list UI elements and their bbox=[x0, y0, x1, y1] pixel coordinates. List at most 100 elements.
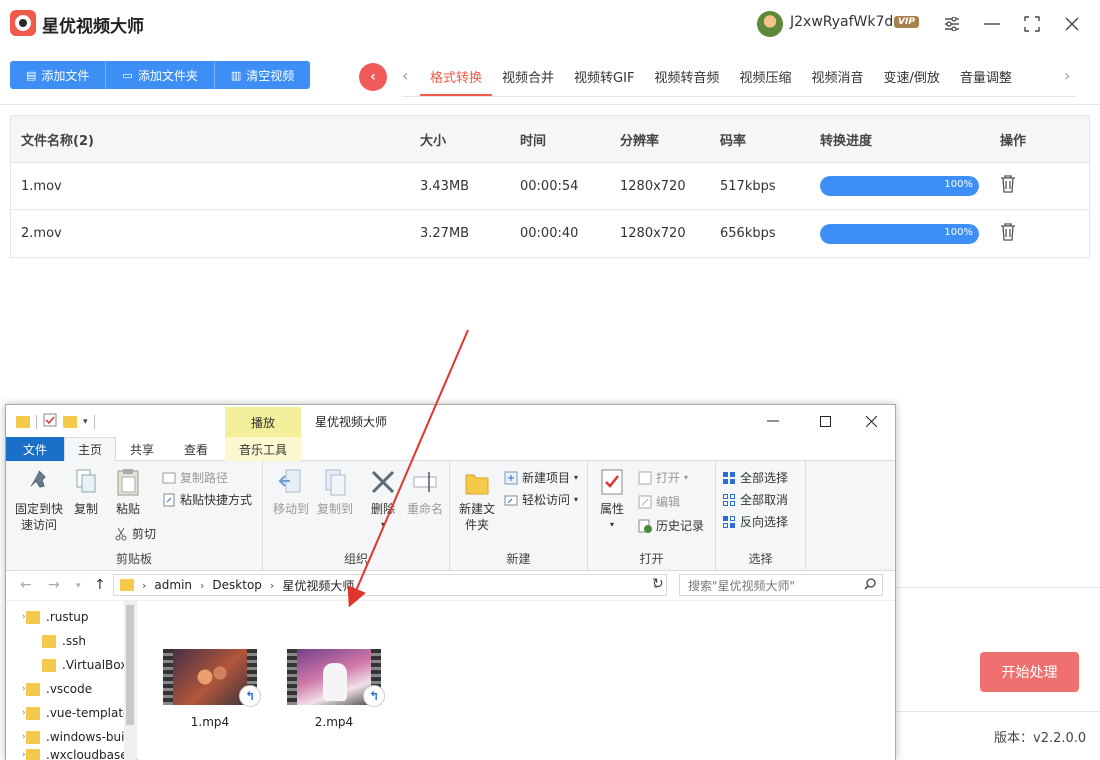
maximize-icon[interactable] bbox=[1018, 10, 1046, 38]
folder-icon bbox=[26, 682, 40, 696]
table-row[interactable]: 1.mov 3.43MB 00:00:54 1280x720 517kbps 1… bbox=[11, 163, 1089, 210]
add-folder-button[interactable]: ▭ 添加文件夹 bbox=[106, 61, 215, 89]
select-none-button[interactable]: 全部取消 bbox=[722, 491, 788, 508]
copy-to-button[interactable]: 复制到 bbox=[313, 467, 357, 517]
collapse-menu-button[interactable]: ‹ bbox=[359, 63, 387, 91]
new-folder-icon[interactable] bbox=[63, 416, 77, 428]
start-process-button[interactable]: 开始处理 bbox=[980, 652, 1079, 692]
tab-speed-reverse[interactable]: 变速/倒放 bbox=[873, 58, 949, 96]
tab-file[interactable]: 文件 bbox=[6, 437, 64, 461]
paste-button[interactable]: 粘贴 bbox=[110, 467, 146, 517]
tree-item[interactable]: › .vscode bbox=[6, 677, 124, 701]
tabs-scroll-left-icon[interactable]: ‹ bbox=[402, 66, 408, 85]
file-item-1[interactable]: ↰ 1.mp4 bbox=[162, 649, 261, 729]
tree-item[interactable]: .ssh bbox=[6, 629, 124, 653]
tab-video-to-gif[interactable]: 视频转GIF bbox=[564, 58, 644, 96]
search-input[interactable]: 搜索"星优视频大师" bbox=[679, 574, 883, 596]
new-folder-button[interactable]: 新建文件夹 bbox=[454, 467, 500, 533]
select-none-icon bbox=[722, 493, 736, 507]
easy-access-label: 轻松访问 bbox=[522, 493, 571, 507]
file-bitrate: 656kbps bbox=[720, 226, 776, 241]
minimize-icon[interactable] bbox=[758, 409, 788, 433]
tab-view[interactable]: 查看 bbox=[168, 437, 224, 461]
delete-button[interactable]: 删除 ▾ bbox=[363, 467, 403, 533]
file-item-label: 2.mp4 bbox=[314, 715, 354, 729]
tab-video-compress[interactable]: 视频压缩 bbox=[729, 58, 801, 96]
file-list: ↰ 1.mp4 ↰ 2.mp4 bbox=[138, 601, 895, 760]
properties-dropdown-icon[interactable]: ▾ bbox=[594, 517, 630, 533]
pin-quick-access-button[interactable]: 固定到快速访问 bbox=[14, 467, 64, 533]
add-file-button[interactable]: ▤ 添加文件 bbox=[10, 61, 107, 89]
expand-icon[interactable]: › bbox=[6, 750, 26, 760]
title-bar: 星优视频大师 J2xwRyafWk7d VIP bbox=[0, 0, 1100, 48]
tab-format-convert[interactable]: 格式转换 bbox=[420, 58, 493, 96]
maximize-icon[interactable] bbox=[810, 409, 840, 433]
qat-dropdown-icon[interactable]: ▾ bbox=[83, 417, 88, 427]
delete-icon[interactable] bbox=[1000, 222, 1016, 241]
header-name: 文件名称(2) bbox=[21, 133, 94, 149]
move-to-button[interactable]: 移动到 bbox=[269, 467, 313, 517]
scrollbar-thumb[interactable] bbox=[126, 605, 134, 725]
tree-item[interactable]: › .vue-templates bbox=[6, 701, 124, 725]
delete-icon[interactable] bbox=[1000, 175, 1016, 193]
open-button[interactable]: 打开 ▾ bbox=[638, 469, 688, 486]
new-group-label: 新建 bbox=[506, 552, 531, 566]
context-tab-play[interactable]: 播放 bbox=[225, 407, 301, 437]
easy-access-button[interactable]: 轻松访问 ▾ bbox=[504, 491, 578, 508]
breadcrumb-admin[interactable]: admin bbox=[154, 578, 192, 592]
tab-volume-adjust[interactable]: 音量调整 bbox=[950, 58, 1022, 96]
header-progress: 转换进度 bbox=[820, 133, 873, 149]
copy-path-button[interactable]: 复制路径 bbox=[162, 469, 228, 486]
tab-music-tools[interactable]: 音乐工具 bbox=[225, 437, 301, 461]
copy-button[interactable]: 复制 bbox=[68, 467, 104, 517]
tab-home[interactable]: 主页 bbox=[64, 437, 116, 461]
avatar[interactable] bbox=[757, 11, 783, 37]
close-icon[interactable] bbox=[1058, 10, 1086, 38]
tree-item[interactable]: › .wxcloudbase bbox=[6, 749, 124, 760]
refresh-icon[interactable]: ↻ bbox=[652, 576, 664, 592]
up-icon[interactable]: ↑ bbox=[94, 577, 106, 593]
username[interactable]: J2xwRyafWk7d bbox=[790, 14, 893, 30]
invert-selection-button[interactable]: 反向选择 bbox=[722, 513, 788, 530]
recent-dropdown-icon[interactable]: ▾ bbox=[76, 581, 81, 591]
delete-dropdown-icon[interactable]: ▾ bbox=[363, 517, 403, 533]
tree-scrollbar[interactable] bbox=[124, 601, 136, 760]
file-resolution: 1280x720 bbox=[620, 178, 686, 194]
tab-video-mute[interactable]: 视频消音 bbox=[801, 58, 873, 96]
tab-video-merge[interactable]: 视频合并 bbox=[492, 58, 564, 96]
address-bar[interactable]: › admin › Desktop › 星优视频大师 ⌄ bbox=[113, 574, 667, 596]
tree-item[interactable]: › .windows-build-tools bbox=[6, 725, 124, 749]
history-button[interactable]: 历史记录 bbox=[638, 517, 704, 534]
header-time: 时间 bbox=[520, 133, 547, 149]
expand-icon[interactable]: › bbox=[6, 612, 26, 622]
back-icon[interactable]: ← bbox=[20, 577, 32, 593]
properties-button[interactable]: 属性 ▾ bbox=[594, 467, 630, 533]
new-item-button[interactable]: 新建项目 ▾ bbox=[504, 469, 578, 486]
expand-icon[interactable]: › bbox=[6, 708, 26, 718]
file-name: 2.mov bbox=[21, 226, 62, 241]
tree-item-label: .vue-templates bbox=[46, 706, 124, 720]
forward-icon[interactable]: → bbox=[48, 577, 60, 593]
edit-button[interactable]: 编辑 bbox=[638, 493, 680, 510]
tree-item[interactable]: .VirtualBox bbox=[6, 653, 124, 677]
expand-icon[interactable]: › bbox=[6, 732, 26, 742]
rename-button[interactable]: 重命名 bbox=[403, 467, 447, 517]
tabs-scroll-right-icon[interactable]: › bbox=[1064, 66, 1070, 85]
tab-video-to-audio[interactable]: 视频转音频 bbox=[644, 58, 729, 96]
select-all-button[interactable]: 全部选择 bbox=[722, 469, 788, 486]
minimize-icon[interactable] bbox=[978, 10, 1006, 38]
breadcrumb-current[interactable]: 星优视频大师 bbox=[282, 577, 354, 594]
file-item-2[interactable]: ↰ 2.mp4 bbox=[286, 649, 385, 729]
clear-videos-button[interactable]: ▥ 清空视频 bbox=[214, 61, 311, 89]
table-row[interactable]: 2.mov 3.27MB 00:00:40 1280x720 656kbps 1… bbox=[11, 210, 1089, 257]
tab-share[interactable]: 共享 bbox=[116, 437, 168, 461]
expand-icon[interactable]: › bbox=[6, 684, 26, 694]
paste-shortcut-button[interactable]: 粘贴快捷方式 bbox=[162, 491, 252, 508]
properties-icon[interactable] bbox=[43, 413, 57, 431]
close-icon[interactable] bbox=[856, 409, 886, 433]
folder-icon[interactable] bbox=[16, 416, 30, 428]
tree-item[interactable]: › .rustup bbox=[6, 605, 124, 629]
breadcrumb-desktop[interactable]: Desktop bbox=[212, 578, 262, 592]
cut-button[interactable]: 剪切 bbox=[114, 525, 156, 542]
settings-icon[interactable] bbox=[938, 10, 966, 38]
